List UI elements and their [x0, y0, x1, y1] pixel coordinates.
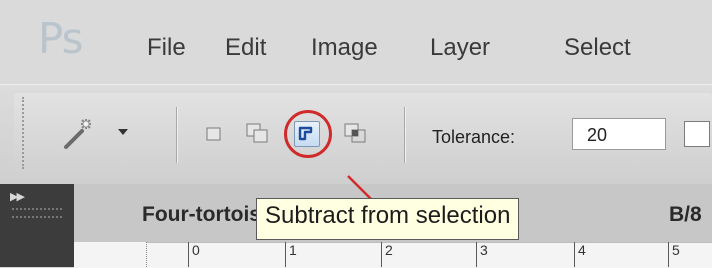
menu-file[interactable]: File	[147, 34, 186, 62]
panel-strip: ▶▶	[0, 184, 74, 267]
menu-image[interactable]: Image	[311, 34, 378, 62]
panel-grip[interactable]	[12, 208, 62, 218]
tolerance-input[interactable]: 20	[572, 118, 666, 150]
ruler-label: 5	[672, 242, 680, 258]
ruler-label: 1	[289, 242, 297, 258]
highlight-circle	[284, 110, 332, 158]
ruler-label: 3	[480, 242, 488, 258]
document-tab-mode: B/8	[669, 203, 702, 226]
separator	[404, 107, 405, 163]
menu-bar: Ps File Edit Image Layer Select	[0, 0, 712, 84]
options-bar-grip[interactable]	[22, 97, 29, 169]
tolerance-label: Tolerance:	[432, 127, 516, 147]
new-selection-icon[interactable]	[200, 119, 228, 147]
tool-preset-dropdown-icon[interactable]	[118, 129, 128, 135]
ruler-label: 4	[578, 242, 586, 258]
menu-edit[interactable]: Edit	[225, 34, 266, 62]
menu-layer[interactable]: Layer	[430, 34, 490, 62]
tooltip: Subtract from selection	[256, 198, 520, 240]
options-bar: Tolerance: 20	[0, 84, 712, 185]
ruler-corner	[74, 242, 147, 267]
intersect-with-selection-icon[interactable]	[342, 119, 370, 147]
horizontal-ruler	[74, 242, 712, 268]
ruler-label: 2	[385, 242, 393, 258]
ruler-label: 0	[192, 242, 200, 258]
anti-alias-checkbox[interactable]	[684, 121, 710, 147]
document-tab[interactable]: Four-tortoise	[142, 203, 273, 227]
photoshop-logo: Ps	[38, 14, 83, 63]
expand-panels-icon[interactable]: ▶▶	[10, 190, 25, 203]
separator	[176, 107, 177, 163]
magic-wand-icon[interactable]	[60, 115, 100, 151]
add-to-selection-icon[interactable]	[244, 119, 272, 147]
menu-select[interactable]: Select	[564, 34, 631, 62]
